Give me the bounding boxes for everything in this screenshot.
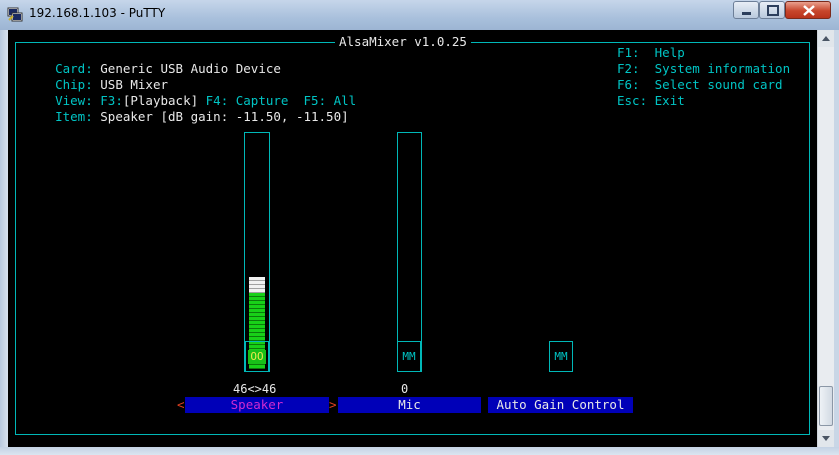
mic-mute-toggle[interactable]: MM [397,341,421,372]
help-line: F1: Help [617,45,685,60]
help-line: F6: Select sound card [617,77,783,92]
maximize-button[interactable] [759,1,785,19]
minimize-icon [742,12,751,15]
speaker-level-peak [249,277,265,293]
mic-mute-label: MM [402,350,416,363]
control-speaker[interactable]: Speaker [185,397,329,413]
window-frame-right [834,30,839,455]
item-value: Speaker [dB gain: -11.50, -11.50] [100,109,349,124]
speaker-mute-toggle[interactable]: OO [245,341,269,372]
scroll-thumb[interactable] [819,386,833,426]
speaker-volume-value: 46<>46 [233,382,277,396]
window-frame-bottom [0,447,839,455]
selection-right-marker: > [329,397,337,412]
control-auto-gain[interactable]: Auto Gain Control [488,397,633,413]
mixer-title: AlsaMixer v1.0.25 [335,35,471,49]
speaker-mute-label: OO [248,350,266,364]
scroll-up-button[interactable] [818,30,834,47]
agc-label: MM [554,350,568,363]
scroll-down-button[interactable] [818,430,834,447]
maximize-icon [767,5,779,16]
help-line: F2: System information [617,61,791,76]
mic-volume-value: 0 [401,382,409,396]
scroll-down-icon [822,436,830,441]
mic-fader[interactable] [397,132,422,372]
scroll-up-icon [822,36,830,41]
speaker-fader[interactable] [244,132,270,372]
close-icon [803,5,815,16]
window-title: 192.168.1.103 - PuTTY [29,6,166,20]
window-frame-left [0,30,8,455]
title-bar[interactable]: 192.168.1.103 - PuTTY [0,0,839,31]
agc-toggle[interactable]: MM [549,341,573,372]
control-mic[interactable]: Mic [338,397,481,413]
vertical-scrollbar[interactable] [817,30,834,447]
selection-left-marker: < [177,397,185,412]
help-line: Esc: Exit [617,93,685,108]
close-button[interactable] [785,1,831,19]
item-line: Item: Speaker [dB gain: -11.50, -11.50] [55,109,349,124]
putty-icon [7,7,23,22]
minimize-button[interactable] [733,1,759,19]
terminal[interactable]: AlsaMixer v1.0.25 Card: Generic USB Audi… [8,30,817,447]
